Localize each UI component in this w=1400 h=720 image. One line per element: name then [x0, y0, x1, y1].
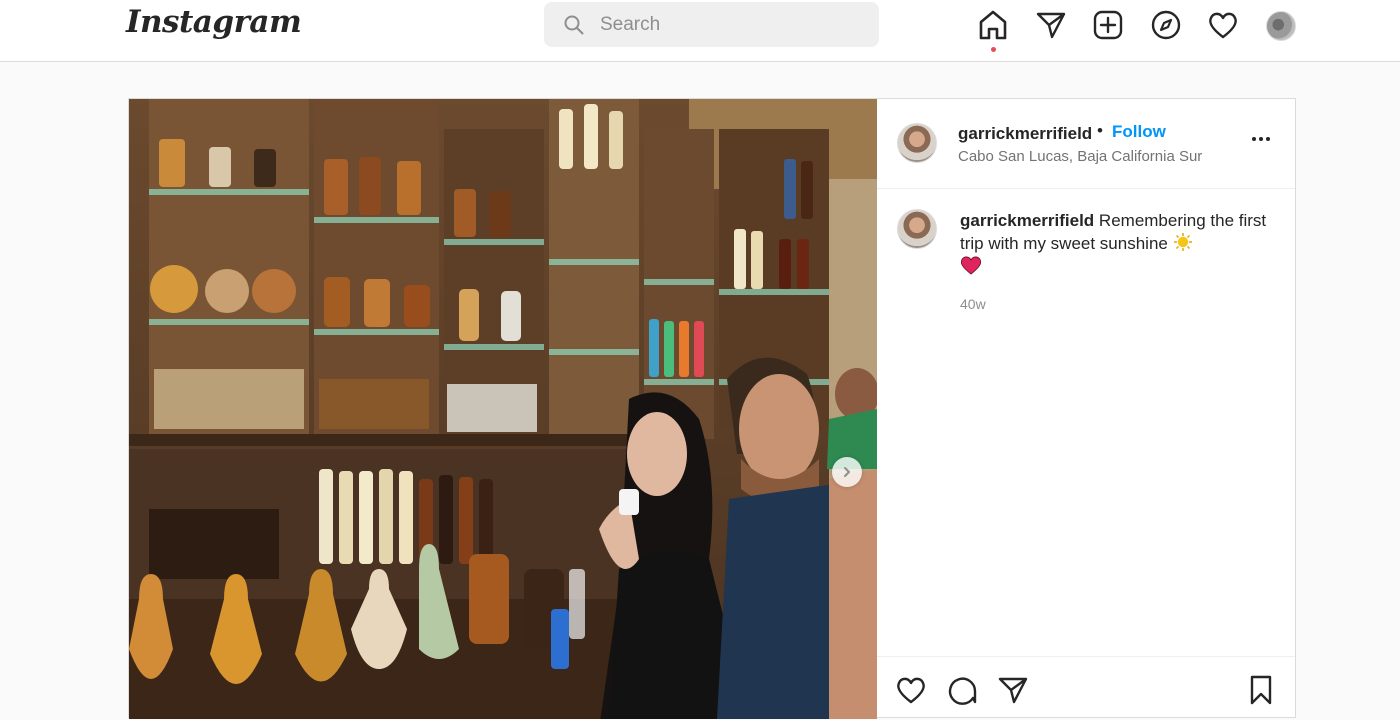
save-bookmark-icon[interactable]	[1245, 674, 1277, 706]
home-active-indicator	[991, 47, 996, 52]
activity-heart-icon[interactable]	[1207, 9, 1239, 41]
follow-button[interactable]: Follow	[1112, 122, 1166, 142]
caption-author-avatar[interactable]	[897, 209, 937, 249]
post-timestamp[interactable]: 40w	[960, 296, 986, 312]
caption-username[interactable]: garrickmerrifield	[960, 211, 1094, 230]
comment-icon[interactable]	[946, 674, 978, 706]
top-navigation-bar: Instagram	[0, 0, 1400, 62]
post-header: garrickmerrifield • Follow Cabo San Luca…	[877, 99, 1295, 189]
explore-icon[interactable]	[1150, 9, 1182, 41]
author-avatar[interactable]	[897, 123, 937, 163]
sun-emoji-icon	[1173, 233, 1192, 251]
chevron-right-icon	[844, 467, 850, 477]
search-box[interactable]	[544, 2, 879, 47]
separator-dot: •	[1097, 121, 1103, 140]
share-icon[interactable]	[997, 674, 1029, 706]
direct-message-icon[interactable]	[1035, 9, 1067, 41]
more-options-icon[interactable]	[1249, 127, 1273, 151]
like-heart-icon[interactable]	[895, 674, 927, 706]
post-actions-bar	[877, 656, 1295, 720]
heart-emoji-icon	[960, 256, 982, 275]
post-photo[interactable]	[129, 99, 877, 719]
instagram-logo[interactable]: Instagram	[126, 4, 302, 40]
post-sidebar: garrickmerrifield • Follow Cabo San Luca…	[877, 99, 1295, 719]
author-username[interactable]: garrickmerrifield	[958, 124, 1092, 144]
post-card: garrickmerrifield • Follow Cabo San Luca…	[128, 98, 1296, 719]
post-caption: garrickmerrifield Remembering the first …	[960, 209, 1270, 278]
bar-scene-image	[129, 99, 877, 719]
search-icon	[564, 15, 584, 35]
home-icon[interactable]	[977, 9, 1009, 41]
profile-avatar[interactable]	[1266, 11, 1296, 41]
carousel-next-button[interactable]	[832, 457, 862, 487]
search-input[interactable]	[598, 10, 862, 40]
new-post-icon[interactable]	[1092, 9, 1124, 41]
post-location[interactable]: Cabo San Lucas, Baja California Sur	[958, 148, 1202, 165]
